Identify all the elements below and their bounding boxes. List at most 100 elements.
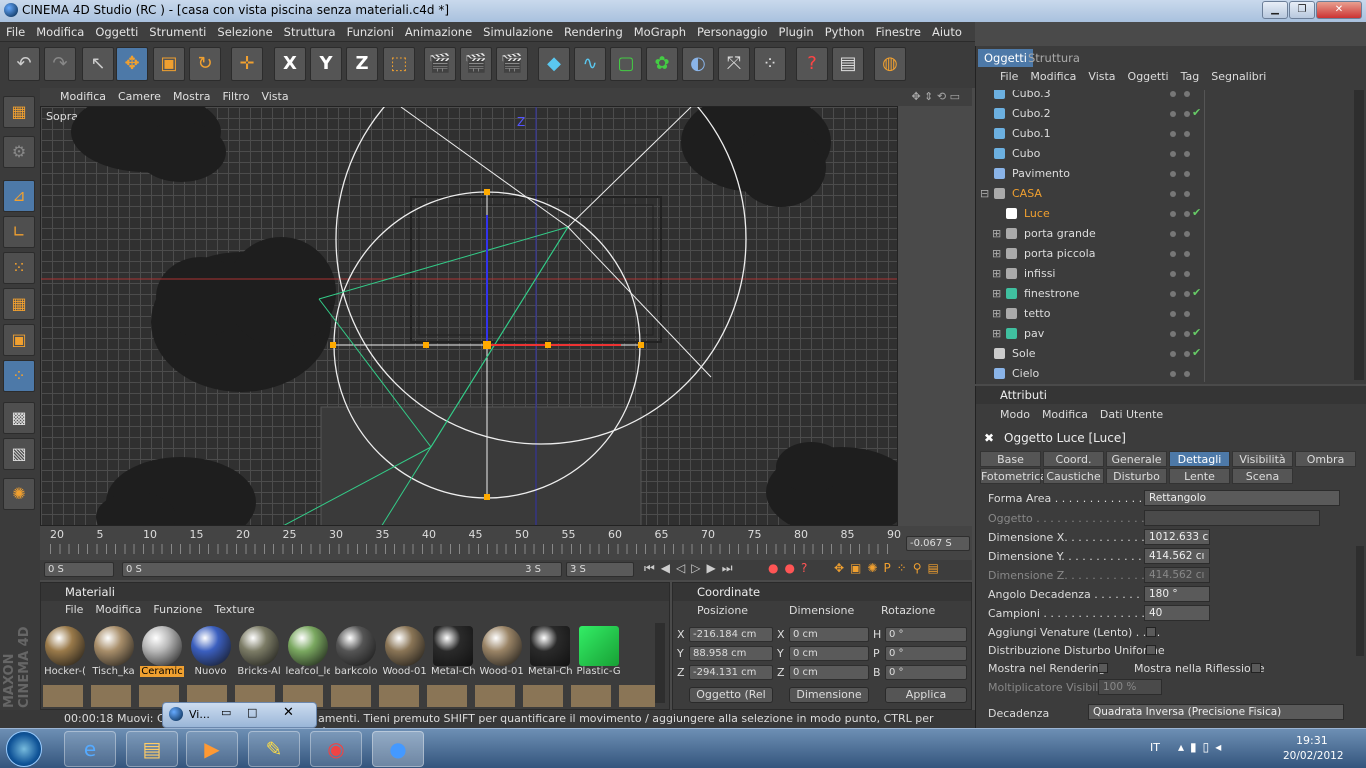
visibility-dot[interactable]: [1170, 111, 1176, 117]
spline-icon[interactable]: ∿: [574, 47, 606, 81]
material-item[interactable]: Metal-Ch: [431, 623, 475, 681]
tray-icons[interactable]: ▴▮▯◂: [1178, 740, 1227, 754]
collapse-icon[interactable]: ⊟: [980, 187, 989, 200]
rotate-icon[interactable]: ↻: [189, 47, 221, 81]
obj-menu-vista[interactable]: Vista: [1082, 68, 1121, 83]
menu-animazione[interactable]: Animazione: [399, 22, 477, 39]
visibility-dot[interactable]: [1184, 191, 1190, 197]
object-row[interactable]: Pavimento: [976, 164, 1351, 184]
visibility-dot[interactable]: [1184, 131, 1190, 137]
rot-p-field[interactable]: 0 °: [885, 646, 967, 661]
obj-menu-modifica[interactable]: Modifica: [1024, 68, 1082, 83]
objects-scrollbar[interactable]: [1354, 90, 1364, 380]
expand-icon[interactable]: ⊞: [992, 247, 1001, 260]
oggetto-link-field[interactable]: [1144, 510, 1320, 526]
enabled-check-icon[interactable]: ✔: [1192, 106, 1201, 119]
visibility-dot[interactable]: [1184, 311, 1190, 317]
menu-plugin[interactable]: Plugin: [773, 22, 819, 39]
deformer-icon[interactable]: ◐: [682, 47, 714, 81]
menu-rendering[interactable]: Rendering: [558, 22, 628, 39]
visibility-dot[interactable]: [1184, 271, 1190, 277]
attr-tab[interactable]: Dettagli: [1169, 451, 1230, 467]
render-view-icon[interactable]: 🎬: [424, 47, 456, 81]
pos-z-field[interactable]: -294.131 cm: [689, 665, 773, 680]
end-time-field[interactable]: 3 S: [566, 562, 634, 577]
internet-explorer-icon[interactable]: e: [64, 731, 116, 767]
attributes-scrollbar[interactable]: [1356, 546, 1364, 656]
menu-simulazione[interactable]: Simulazione: [477, 22, 558, 39]
dimensione-z-field[interactable]: 414.562 cı: [1144, 567, 1210, 583]
attr-menu-dati-utente[interactable]: Dati Utente: [1094, 406, 1169, 421]
visibility-dot[interactable]: [1184, 231, 1190, 237]
flyout-close-icon[interactable]: ✕: [283, 705, 294, 720]
object-row[interactable]: Cubo.2 ✔: [976, 104, 1351, 124]
visibility-dot[interactable]: [1170, 151, 1176, 157]
rot-b-field[interactable]: 0 °: [885, 665, 967, 680]
record-keys-icons[interactable]: ●●?: [768, 561, 813, 575]
clock-date[interactable]: 20/02/2012: [1283, 750, 1344, 762]
object-row[interactable]: Sole ✔: [976, 344, 1351, 364]
material-item[interactable]: Tisch_ka: [92, 623, 136, 681]
array-icon[interactable]: ✿: [646, 47, 678, 81]
enabled-check-icon[interactable]: ✔: [1192, 326, 1201, 339]
attr-tab[interactable]: Caustiche: [1043, 468, 1104, 484]
nurbs-icon[interactable]: ▢: [610, 47, 642, 81]
material-item[interactable]: Ceramic: [140, 623, 184, 681]
coordinate-system-icon[interactable]: ⬚: [383, 47, 415, 81]
object-row[interactable]: Cubo.3: [976, 90, 1351, 104]
tab-struttura[interactable]: Struttura: [1022, 49, 1086, 67]
help-icon[interactable]: ?: [796, 47, 828, 81]
obj-menu-tag[interactable]: Tag: [1175, 68, 1206, 83]
expand-icon[interactable]: ⊞: [992, 327, 1001, 340]
menu-aiuto[interactable]: Aiuto: [926, 22, 967, 39]
start-time-field[interactable]: 0 S: [44, 562, 114, 577]
obj-menu-file[interactable]: File: [994, 68, 1024, 83]
attr-tab[interactable]: Coord.: [1043, 451, 1104, 467]
time-range-slider[interactable]: 0 S 3 S: [122, 562, 562, 577]
model-mode-icon[interactable]: ⊿: [3, 180, 35, 212]
mat-menu-file[interactable]: File: [59, 601, 89, 616]
attr-tab[interactable]: Scena: [1232, 468, 1293, 484]
select-cursor-icon[interactable]: ↖: [82, 47, 114, 81]
object-row[interactable]: Cielo: [976, 364, 1351, 382]
texture-mode-icon[interactable]: ▩: [3, 402, 35, 434]
pos-x-field[interactable]: -216.184 cm: [689, 627, 773, 642]
scale-icon[interactable]: ▣: [153, 47, 185, 81]
menu-modifica[interactable]: Modifica: [30, 22, 89, 39]
edges-mode-icon[interactable]: ▦: [3, 288, 35, 320]
vp-menu-mostra[interactable]: Mostra: [167, 88, 217, 103]
object-row[interactable]: Cubo: [976, 144, 1351, 164]
material-item[interactable]: leafcol_le: [286, 623, 330, 681]
menu-oggetti[interactable]: Oggetti: [89, 22, 143, 39]
visibility-dot[interactable]: [1170, 231, 1176, 237]
material-item[interactable]: Wood-01: [383, 623, 427, 681]
material-item[interactable]: Bricks-Al: [237, 623, 281, 681]
material-item[interactable]: Hocker-(: [43, 623, 87, 681]
visibility-dot[interactable]: [1170, 191, 1176, 197]
vp-menu-vista[interactable]: Vista: [255, 88, 294, 103]
vp-menu-camere[interactable]: Camere: [112, 88, 167, 103]
visibility-dot[interactable]: [1184, 151, 1190, 157]
visibility-dot[interactable]: [1170, 171, 1176, 177]
vp-menu-modifica[interactable]: Modifica: [40, 88, 112, 103]
visibility-dot[interactable]: [1184, 371, 1190, 377]
taskbar-thumbnail-bar[interactable]: Vi... ▭ □ ✕: [162, 702, 317, 728]
enabled-check-icon[interactable]: ✔: [1192, 286, 1201, 299]
apply-button[interactable]: Applica: [885, 687, 967, 703]
y-axis-icon[interactable]: Y: [310, 47, 342, 81]
enabled-check-icon[interactable]: ✔: [1192, 206, 1201, 219]
layout-icon[interactable]: ▦: [3, 96, 35, 128]
cube-icon[interactable]: ◆: [538, 47, 570, 81]
polygons-mode-icon[interactable]: ▣: [3, 324, 35, 356]
x-axis-icon[interactable]: X: [274, 47, 306, 81]
attr-tab[interactable]: Ombra: [1295, 451, 1356, 467]
mostra-rendering-checkbox[interactable]: [1098, 663, 1108, 673]
maximize-button[interactable]: ❐: [1289, 1, 1315, 19]
cinema4d-taskbar-icon[interactable]: ●: [372, 731, 424, 767]
object-row[interactable]: ⊞ porta piccola: [976, 244, 1351, 264]
moltiplicatore-field[interactable]: 100 %: [1098, 679, 1162, 695]
attr-menu-modo[interactable]: Modo: [994, 406, 1036, 421]
menu-strumenti[interactable]: Strumenti: [143, 22, 211, 39]
material-item[interactable]: Nuovo: [189, 623, 233, 681]
minimize-button[interactable]: ▁: [1262, 1, 1288, 19]
